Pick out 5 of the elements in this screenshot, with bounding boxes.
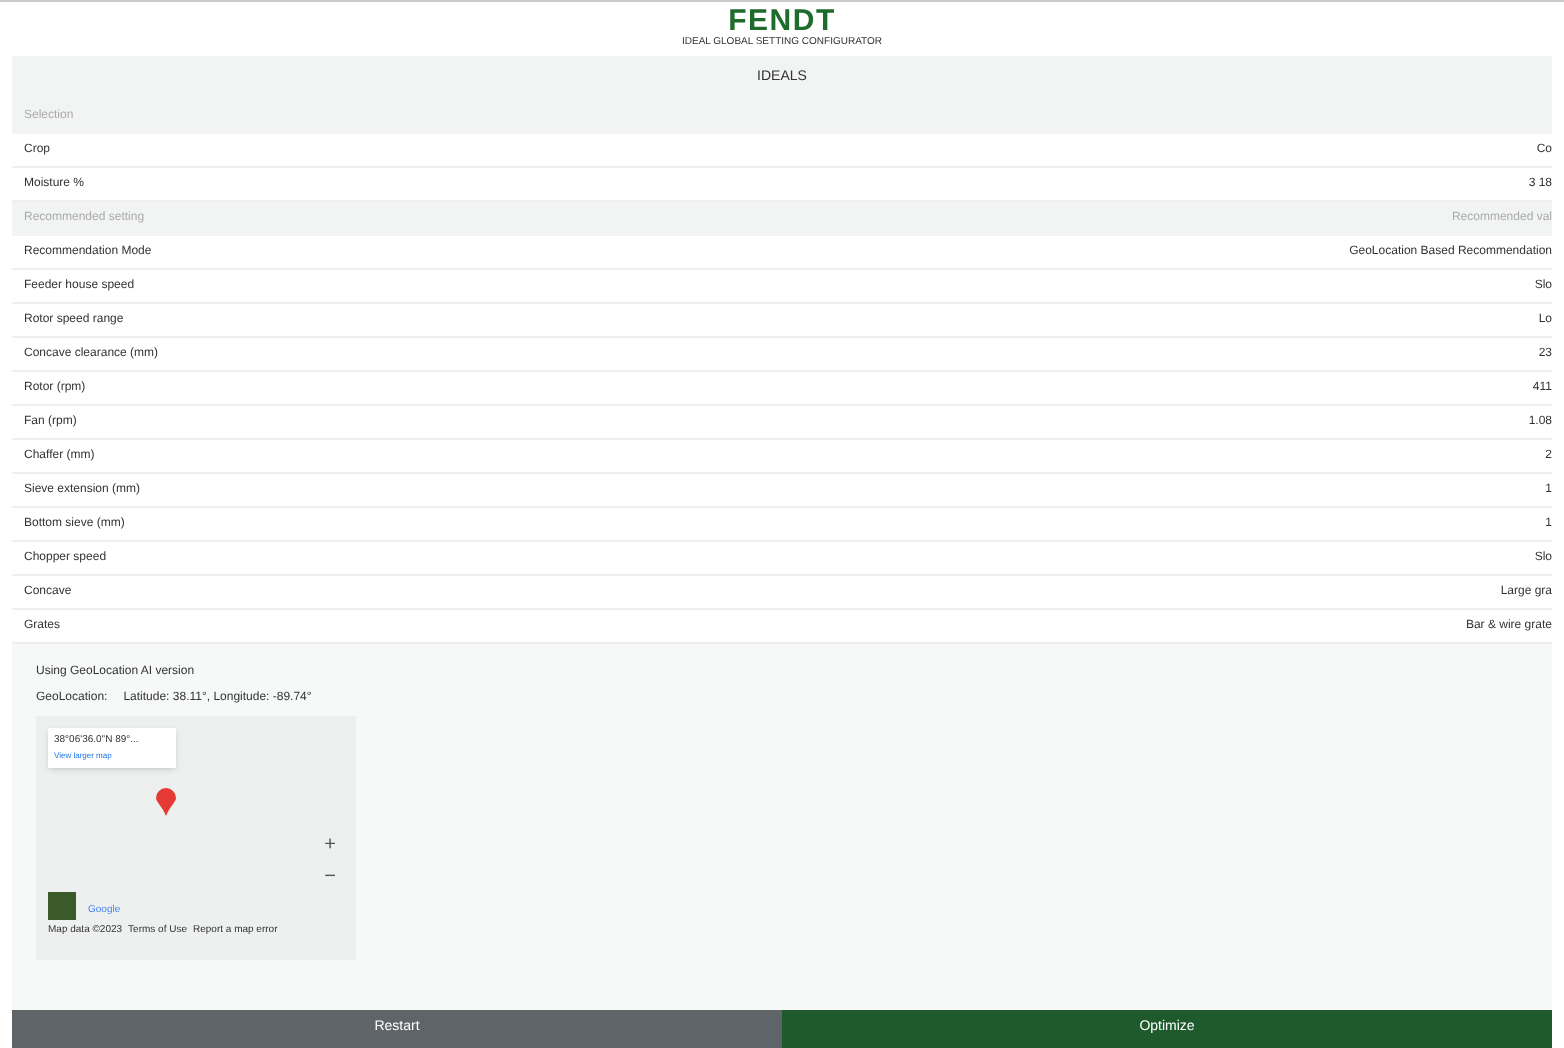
zoom-in-button[interactable]: + <box>324 835 336 855</box>
zoom-out-button[interactable]: − <box>324 867 336 887</box>
satellite-thumbnail[interactable] <box>48 891 76 919</box>
brand-logo: FENDT <box>728 8 836 36</box>
map-pin-icon <box>156 787 176 815</box>
